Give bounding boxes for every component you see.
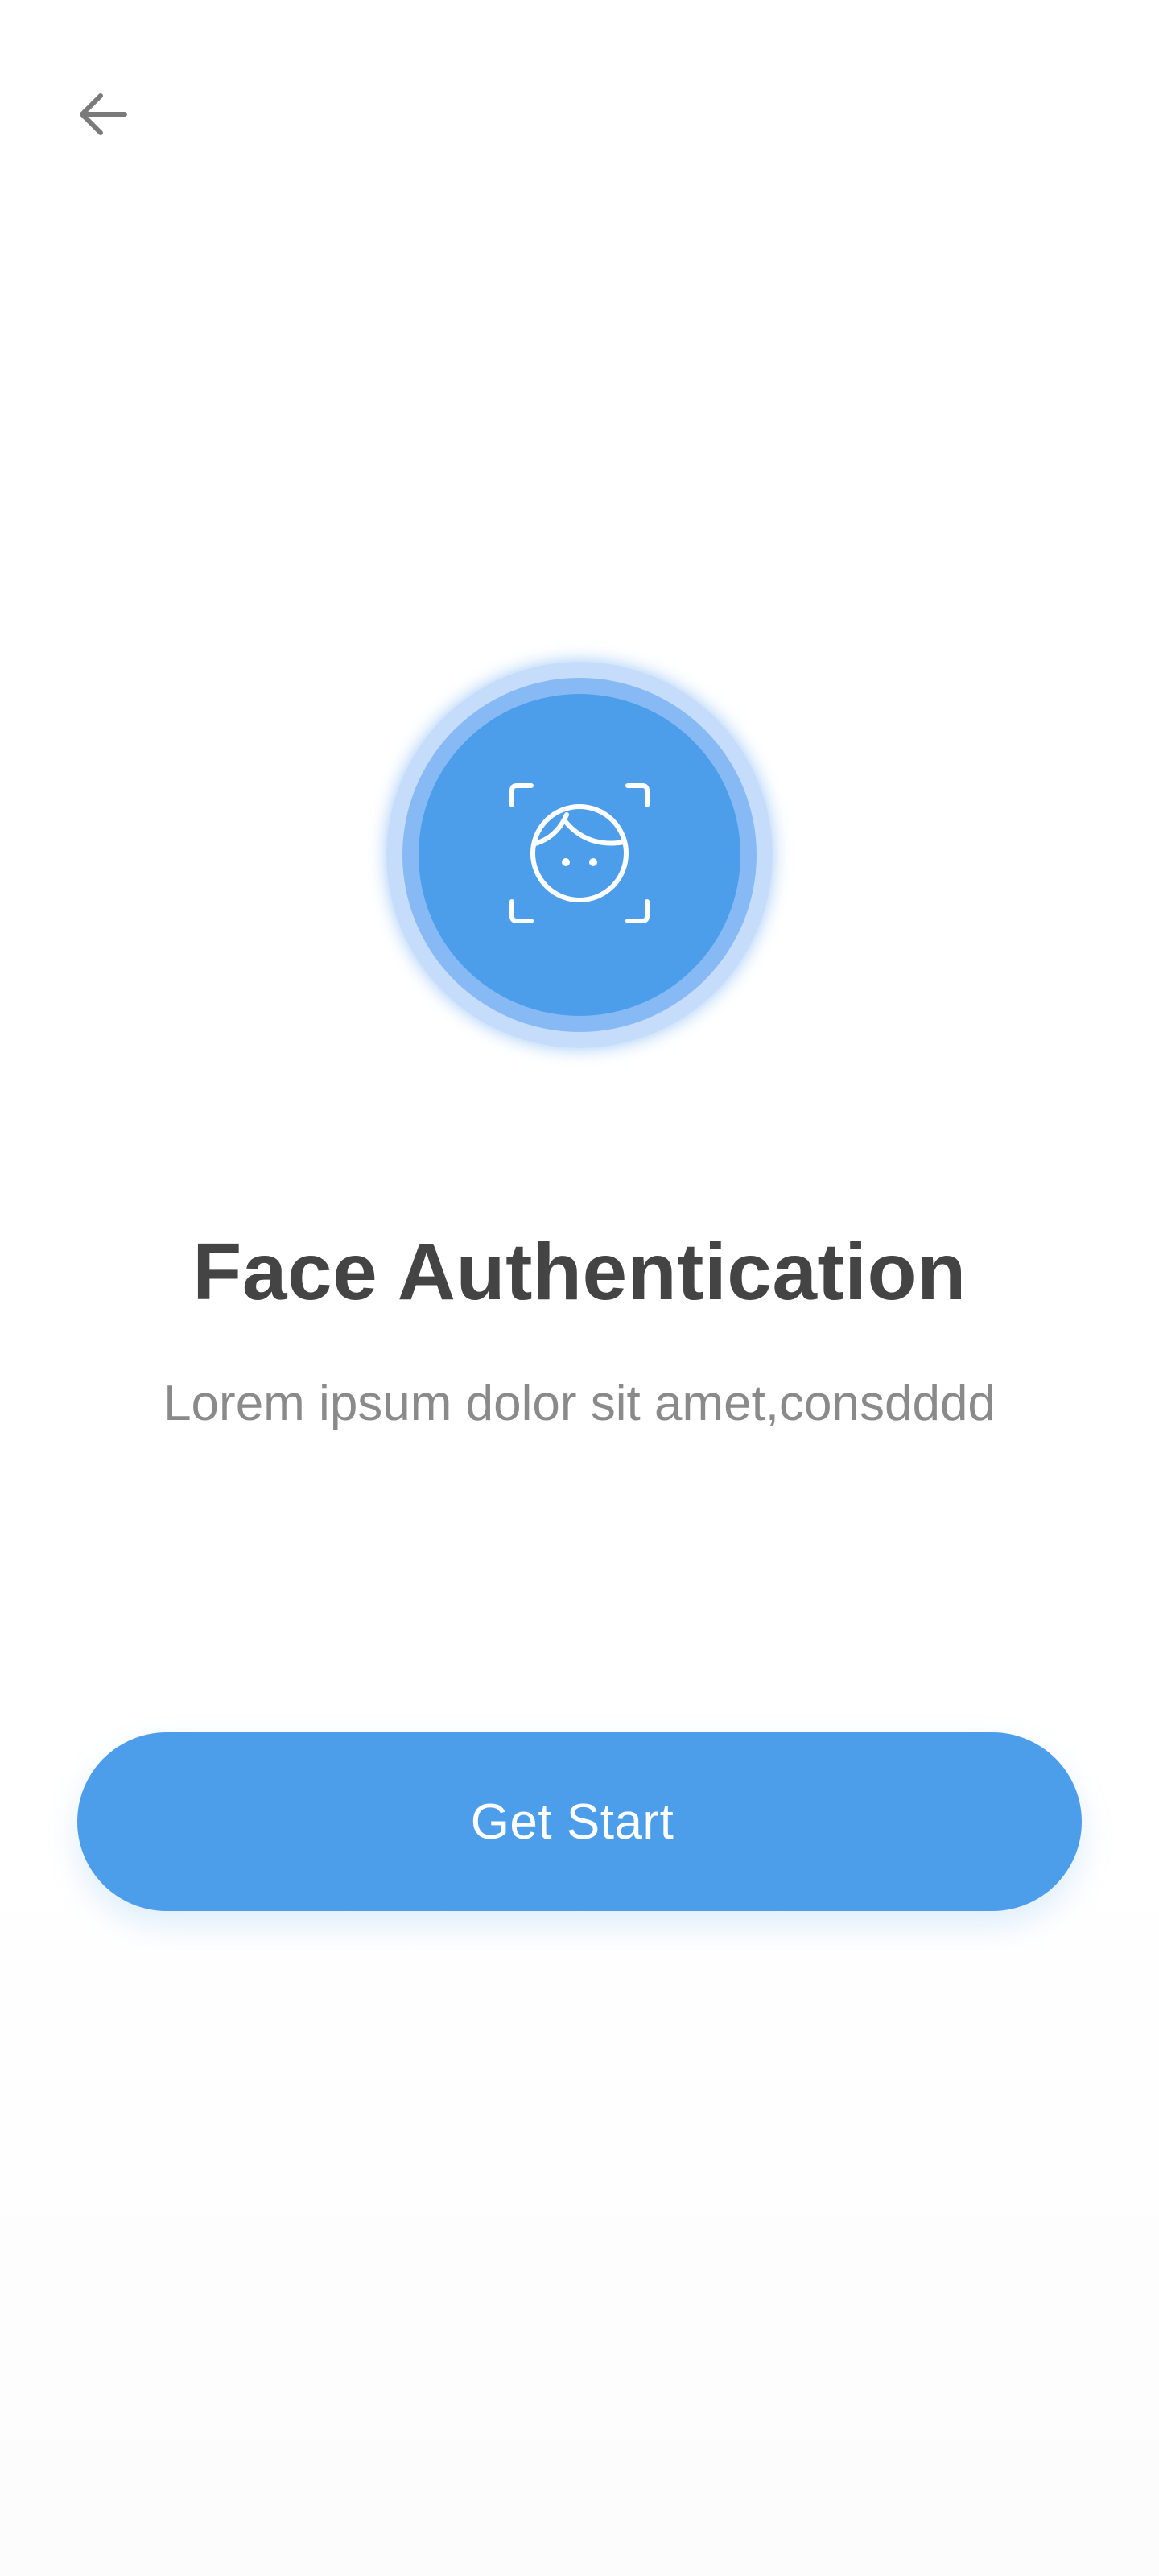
page-title: Face Authentication xyxy=(192,1227,967,1317)
face-auth-hero xyxy=(386,662,773,1048)
back-button[interactable] xyxy=(71,84,135,148)
get-start-button[interactable]: Get Start xyxy=(77,1732,1082,1911)
get-start-button-label: Get Start xyxy=(470,1794,674,1850)
face-auth-screen: Face Authentication Lorem ipsum dolor si… xyxy=(0,0,1159,2576)
page-subtitle: Lorem ipsum dolor sit amet,consdddd xyxy=(163,1376,996,1431)
face-scan-icon xyxy=(507,781,652,930)
hero-circle xyxy=(419,694,740,1016)
arrow-left-icon xyxy=(75,86,131,147)
